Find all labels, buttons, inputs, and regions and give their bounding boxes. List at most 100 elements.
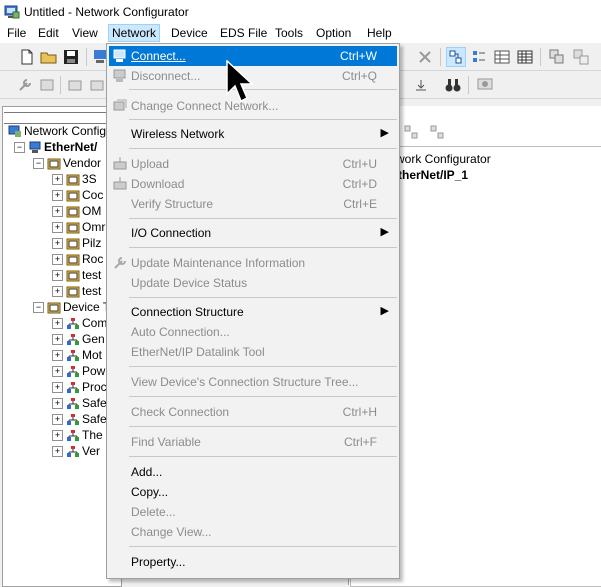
submenu-arrow-icon: ▶ [380, 127, 389, 139]
window-title: Untitled - Network Configurator [24, 5, 189, 19]
tree-vendor-item[interactable]: + test [52, 284, 101, 300]
paste-device-icon[interactable] [572, 48, 590, 66]
menu-item-add[interactable]: Add... [109, 462, 397, 482]
tree-device-type-item[interactable]: + Mot [52, 348, 102, 364]
menu-item-update-maintenance-information[interactable]: Update Maintenance Information [109, 253, 397, 273]
menu-help[interactable]: Help [367, 26, 392, 40]
disconnect-icon [113, 69, 126, 82]
menu-item-verify-structure[interactable]: Verify Structure Ctrl+E [109, 194, 397, 214]
menu-item-copy[interactable]: Copy... [109, 482, 397, 502]
zoom-out-icon[interactable] [429, 124, 445, 140]
connect-icon [113, 49, 126, 62]
menu-item-property[interactable]: Property... [109, 552, 397, 572]
tree-vendor-group[interactable]: − Vendor [33, 156, 101, 172]
menu-device[interactable]: Device [171, 26, 208, 40]
vendor-icon [66, 174, 80, 186]
tree-network-label: EtherNet/ [44, 140, 98, 154]
upload-icon [113, 157, 127, 170]
zoom-in-icon[interactable] [403, 124, 419, 140]
copy-device-icon[interactable] [548, 48, 566, 66]
save-icon[interactable] [62, 48, 80, 66]
tree-vendor-item[interactable]: + Coc [52, 188, 103, 204]
tree-device-type-item[interactable]: + Com [52, 316, 107, 332]
menu-item-view-connection-structure-tree[interactable]: View Device's Connection Structure Tree.… [109, 372, 397, 392]
menu-item-wireless-network[interactable]: Wireless Network ▶ [109, 124, 397, 144]
tree-root[interactable]: Network Configur [8, 124, 117, 140]
tree-device-type-item[interactable]: + Safe [52, 396, 107, 412]
submenu-arrow-icon: ▶ [380, 226, 389, 238]
device-type-icon [67, 334, 79, 346]
menu-item-find-variable[interactable]: Find Variable Ctrl+F [109, 432, 397, 452]
menu-edit[interactable]: Edit [38, 26, 59, 40]
open-folder-icon[interactable] [40, 48, 58, 66]
tree-vendor-item[interactable]: + test [52, 268, 101, 284]
menu-tools[interactable]: Tools [275, 26, 303, 40]
device-type-icon [67, 382, 79, 394]
tree-device-type-item[interactable]: + Ver [52, 444, 100, 460]
device-type-icon [67, 398, 79, 410]
download-tool-icon[interactable] [88, 76, 106, 94]
vendor-icon [66, 206, 80, 218]
device-type-icon [67, 446, 79, 458]
tool-wrench-icon[interactable] [16, 76, 34, 94]
mouse-pointer-icon [226, 60, 254, 103]
network-icon [29, 141, 41, 154]
update-maintenance-icon [114, 257, 126, 269]
vendor-icon [66, 286, 80, 298]
new-file-icon[interactable] [18, 48, 36, 66]
network-configurator-app-icon [4, 5, 20, 19]
vendor-icon [66, 254, 80, 266]
network-configurator-icon [8, 125, 21, 138]
tree-vendor-item[interactable]: + Roc [52, 252, 103, 268]
monitor-settings-icon[interactable] [476, 76, 494, 94]
tree-vendor-item[interactable]: + OM [52, 204, 101, 220]
collapse-toggle[interactable]: − [14, 142, 25, 154]
transfer-arrow-icon[interactable] [412, 76, 430, 94]
delete-icon[interactable] [416, 48, 434, 66]
binoculars-icon[interactable] [444, 76, 462, 94]
tree-device-type-item[interactable]: + Pow [52, 364, 105, 380]
tool-settings-icon[interactable] [38, 76, 56, 94]
download-icon [113, 177, 127, 190]
tree-device-type-item[interactable]: + Safe [52, 412, 107, 428]
tree-vendor-item[interactable]: + Omr [52, 220, 105, 236]
tree-device-type-item[interactable]: + Gen [52, 332, 105, 348]
menu-option[interactable]: Option [316, 26, 351, 40]
view-network-icon[interactable] [446, 47, 466, 67]
vendor-icon [66, 238, 80, 250]
tree-device-type-item[interactable]: + Proc [52, 380, 107, 396]
tree-vendor-item[interactable]: +3S [52, 172, 97, 188]
collapse-toggle[interactable]: − [33, 158, 44, 170]
menu-item-ethernet-ip-datalink-tool[interactable]: EtherNet/IP Datalink Tool [109, 342, 397, 362]
tree-vendor-item[interactable]: + Pilz [52, 236, 101, 252]
menu-item-download[interactable]: Download Ctrl+D [109, 174, 397, 194]
vendor-icon [66, 222, 80, 234]
network-menu-dropdown: Connect... Ctrl+W Disconnect... Ctrl+Q Cha… [106, 43, 400, 579]
menu-item-delete[interactable]: Delete... [109, 502, 397, 522]
device-type-icon [67, 430, 79, 442]
tree-ethernet-ip[interactable]: − EtherNet/ [14, 140, 97, 156]
upload-tool-icon[interactable] [66, 76, 84, 94]
submenu-arrow-icon: ▶ [380, 305, 389, 317]
view-list-icon[interactable] [470, 48, 488, 66]
device-type-icon [67, 318, 79, 330]
menu-item-change-view[interactable]: Change View... [109, 522, 397, 542]
collapse-toggle[interactable]: − [33, 302, 44, 314]
menu-network[interactable]: Network [108, 24, 161, 42]
menu-item-upload[interactable]: Upload Ctrl+U [109, 154, 397, 174]
folder-icon [47, 158, 61, 170]
view-details-icon[interactable] [493, 48, 511, 66]
menu-item-io-connection[interactable]: I/O Connection ▶ [109, 223, 397, 243]
menu-item-check-connection[interactable]: Check Connection Ctrl+H [109, 402, 397, 422]
menu-item-update-device-status[interactable]: Update Device Status [109, 273, 397, 293]
menu-item-auto-connection[interactable]: Auto Connection... [109, 322, 397, 342]
tree-device-type-group[interactable]: − Device T [33, 300, 110, 316]
tree-pane-header [4, 112, 118, 124]
menu-eds-file[interactable]: EDS File [220, 26, 267, 40]
tree-device-type-item[interactable]: + The [52, 428, 103, 444]
device-type-icon [67, 366, 79, 378]
menu-item-connection-structure[interactable]: Connection Structure ▶ [109, 302, 397, 322]
menu-view[interactable]: View [72, 26, 98, 40]
view-grid-icon[interactable] [516, 48, 534, 66]
menu-file[interactable]: File [7, 26, 26, 40]
